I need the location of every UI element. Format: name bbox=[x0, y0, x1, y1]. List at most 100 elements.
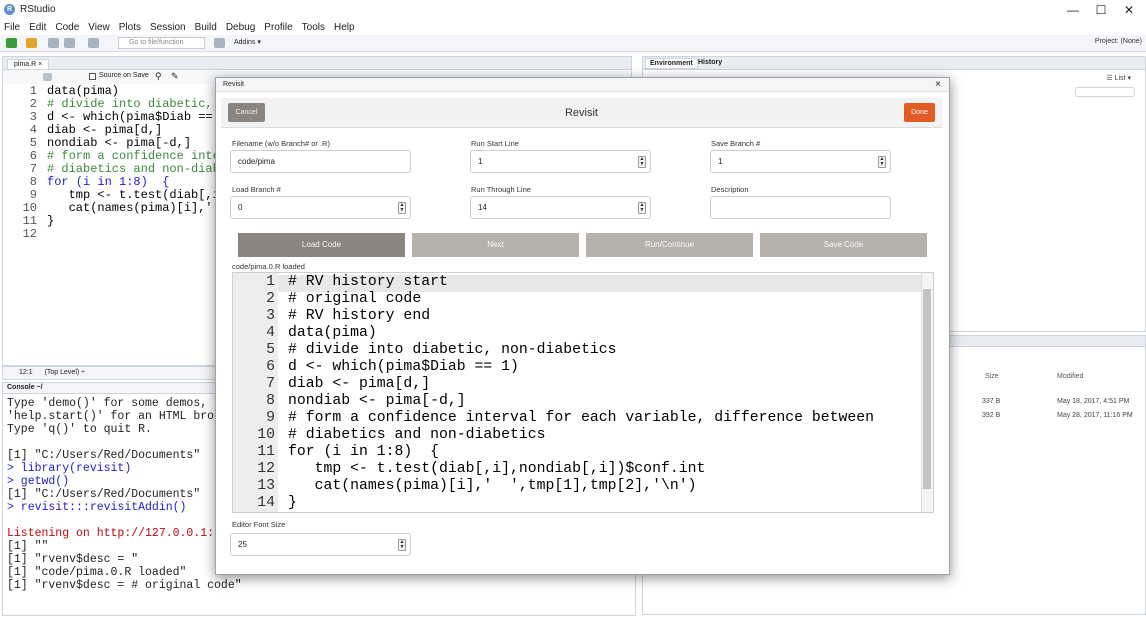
save-icon[interactable] bbox=[48, 38, 59, 48]
menu-debug[interactable]: Debug bbox=[226, 22, 255, 33]
code-line: # divide into diabetic, no bbox=[47, 97, 235, 111]
minimize-button[interactable]: — bbox=[1058, 3, 1088, 17]
line-number: 2 bbox=[29, 97, 37, 111]
title-bar: R RStudio — ☐ ✕ bbox=[0, 0, 1146, 20]
description-input[interactable] bbox=[710, 196, 891, 219]
code-line: nondiab <- pima[-d,] bbox=[288, 393, 466, 409]
run-start-input[interactable]: 1 ▲ ▼ bbox=[470, 150, 651, 173]
open-project-icon[interactable] bbox=[26, 38, 37, 48]
load-branch-input[interactable]: 0 ▲ ▼ bbox=[230, 196, 411, 219]
line-number: 7 bbox=[29, 162, 37, 176]
run-start-label: Run Start Line bbox=[471, 139, 519, 148]
environment-tab-bar: Environment History bbox=[642, 56, 1146, 70]
load-code-button[interactable]: Load Code bbox=[238, 233, 405, 257]
menu-profile[interactable]: Profile bbox=[264, 22, 292, 33]
code-line: # divide into diabetic, non-diabetics bbox=[288, 342, 617, 358]
tab-pima-r[interactable]: pima.R × bbox=[7, 59, 50, 70]
menu-edit[interactable]: Edit bbox=[29, 22, 46, 33]
menu-file[interactable]: File bbox=[4, 22, 20, 33]
maximize-button[interactable]: ☐ bbox=[1086, 3, 1116, 17]
save-all-icon[interactable] bbox=[64, 38, 75, 48]
file-modified: May 18, 2017, 4:51 PM bbox=[1057, 398, 1130, 405]
font-size-label: Editor Font Size bbox=[232, 520, 286, 529]
close-window-button[interactable]: ✕ bbox=[1114, 3, 1144, 17]
run-through-spinner[interactable]: ▲ ▼ bbox=[638, 202, 646, 214]
search-icon[interactable]: ⚲ bbox=[155, 71, 162, 82]
grid-icon[interactable] bbox=[214, 38, 225, 48]
line-number: 11 bbox=[22, 214, 37, 228]
menu-help[interactable]: Help bbox=[334, 22, 355, 33]
save-branch-value: 1 bbox=[718, 157, 723, 166]
new-file-icon[interactable] bbox=[6, 38, 17, 48]
code-line: } bbox=[288, 495, 297, 511]
column-header-modified[interactable]: Modified bbox=[1057, 373, 1083, 380]
dialog-close-button[interactable]: × bbox=[935, 78, 941, 92]
line-number: 1 bbox=[29, 84, 37, 98]
gadget-title: Revisit bbox=[564, 107, 598, 119]
window-title: RStudio bbox=[20, 4, 56, 15]
font-size-spinner[interactable]: ▲ ▼ bbox=[398, 539, 406, 551]
code-line: nondiab <- pima[-d,] bbox=[47, 136, 192, 150]
cancel-button[interactable]: Cancel bbox=[228, 103, 265, 122]
save-branch-label: Save Branch # bbox=[711, 139, 761, 148]
save-code-button[interactable]: Save Code bbox=[760, 233, 927, 257]
line-number: 10 bbox=[257, 427, 275, 443]
run-continue-button[interactable]: Run/Continue bbox=[586, 233, 753, 257]
save-icon[interactable] bbox=[43, 73, 52, 81]
code-viewer[interactable]: 1 # RV history start 2 # original code 3… bbox=[232, 272, 934, 513]
menu-plots[interactable]: Plots bbox=[119, 22, 141, 33]
next-button[interactable]: Next bbox=[412, 233, 579, 257]
filename-input[interactable]: code/pima bbox=[230, 150, 411, 173]
console-line: > getwd() bbox=[7, 475, 70, 488]
code-line: # diabetics and non-diabetics bbox=[288, 427, 546, 443]
menu-tools[interactable]: Tools bbox=[302, 22, 325, 33]
wand-icon[interactable]: ✎ bbox=[171, 71, 179, 82]
column-header-size[interactable]: Size bbox=[985, 373, 999, 380]
scrollbar-thumb[interactable] bbox=[923, 289, 931, 489]
line-number: 4 bbox=[266, 325, 275, 341]
load-branch-label: Load Branch # bbox=[232, 185, 281, 194]
dialog-titlebar: Revisit × bbox=[216, 78, 949, 92]
done-button[interactable]: Done bbox=[904, 103, 935, 122]
code-line: # RV history end bbox=[288, 308, 431, 324]
console-line: [1] "rvenv$desc = " bbox=[7, 553, 139, 566]
code-line: for (i in 1:8) { bbox=[288, 444, 439, 460]
menu-view[interactable]: View bbox=[88, 22, 110, 33]
source-on-save-checkbox[interactable] bbox=[89, 73, 96, 80]
code-scrollbar[interactable] bbox=[921, 273, 933, 512]
console-tab[interactable]: Console ~/ bbox=[7, 384, 43, 391]
console-line: > revisit:::revisitAddin() bbox=[7, 501, 187, 514]
save-branch-spinner[interactable]: ▲ ▼ bbox=[878, 156, 886, 168]
menu-build[interactable]: Build bbox=[195, 22, 217, 33]
run-start-value: 1 bbox=[478, 157, 483, 166]
run-start-spinner[interactable]: ▲ ▼ bbox=[638, 156, 646, 168]
font-size-input[interactable]: 25 ▲ ▼ bbox=[230, 533, 411, 556]
code-line: tmp <- t.test(diab[,i],nondiab[,i])$conf… bbox=[288, 461, 706, 477]
line-number: 5 bbox=[266, 342, 275, 358]
tab-environment[interactable]: Environment bbox=[645, 58, 698, 69]
code-line: tmp <- t.test(diab[,i] bbox=[47, 188, 228, 202]
description-label: Description bbox=[711, 185, 749, 194]
scope-selector[interactable]: (Top Level) ÷ bbox=[45, 369, 85, 376]
run-through-input[interactable]: 14 ▲ ▼ bbox=[470, 196, 651, 219]
file-size: 337 B bbox=[982, 398, 1001, 405]
line-number: 13 bbox=[257, 478, 275, 494]
project-menu[interactable]: Project: (None) bbox=[1095, 38, 1142, 45]
menu-code[interactable]: Code bbox=[55, 22, 79, 33]
addins-menu[interactable]: Addins ▾ bbox=[234, 38, 261, 46]
menu-session[interactable]: Session bbox=[150, 22, 186, 33]
console-line: Listening on http://127.0.0.1: bbox=[7, 527, 215, 540]
list-view-button[interactable]: ☰ List ▾ bbox=[1106, 74, 1131, 82]
line-number: 3 bbox=[29, 110, 37, 124]
print-icon[interactable] bbox=[88, 38, 99, 48]
tab-history[interactable]: History bbox=[694, 58, 726, 67]
environment-search-input[interactable] bbox=[1075, 87, 1135, 97]
goto-file-input[interactable]: Go to file/function bbox=[118, 37, 205, 49]
save-branch-input[interactable]: 1 ▲ ▼ bbox=[710, 150, 891, 173]
load-branch-spinner[interactable]: ▲ ▼ bbox=[398, 202, 406, 214]
line-number: 11 bbox=[257, 444, 275, 460]
line-number: 6 bbox=[266, 359, 275, 375]
line-number: 8 bbox=[29, 175, 37, 189]
line-number: 14 bbox=[257, 495, 275, 511]
code-line: d <- which(pima$Diab == 1) bbox=[47, 110, 235, 124]
